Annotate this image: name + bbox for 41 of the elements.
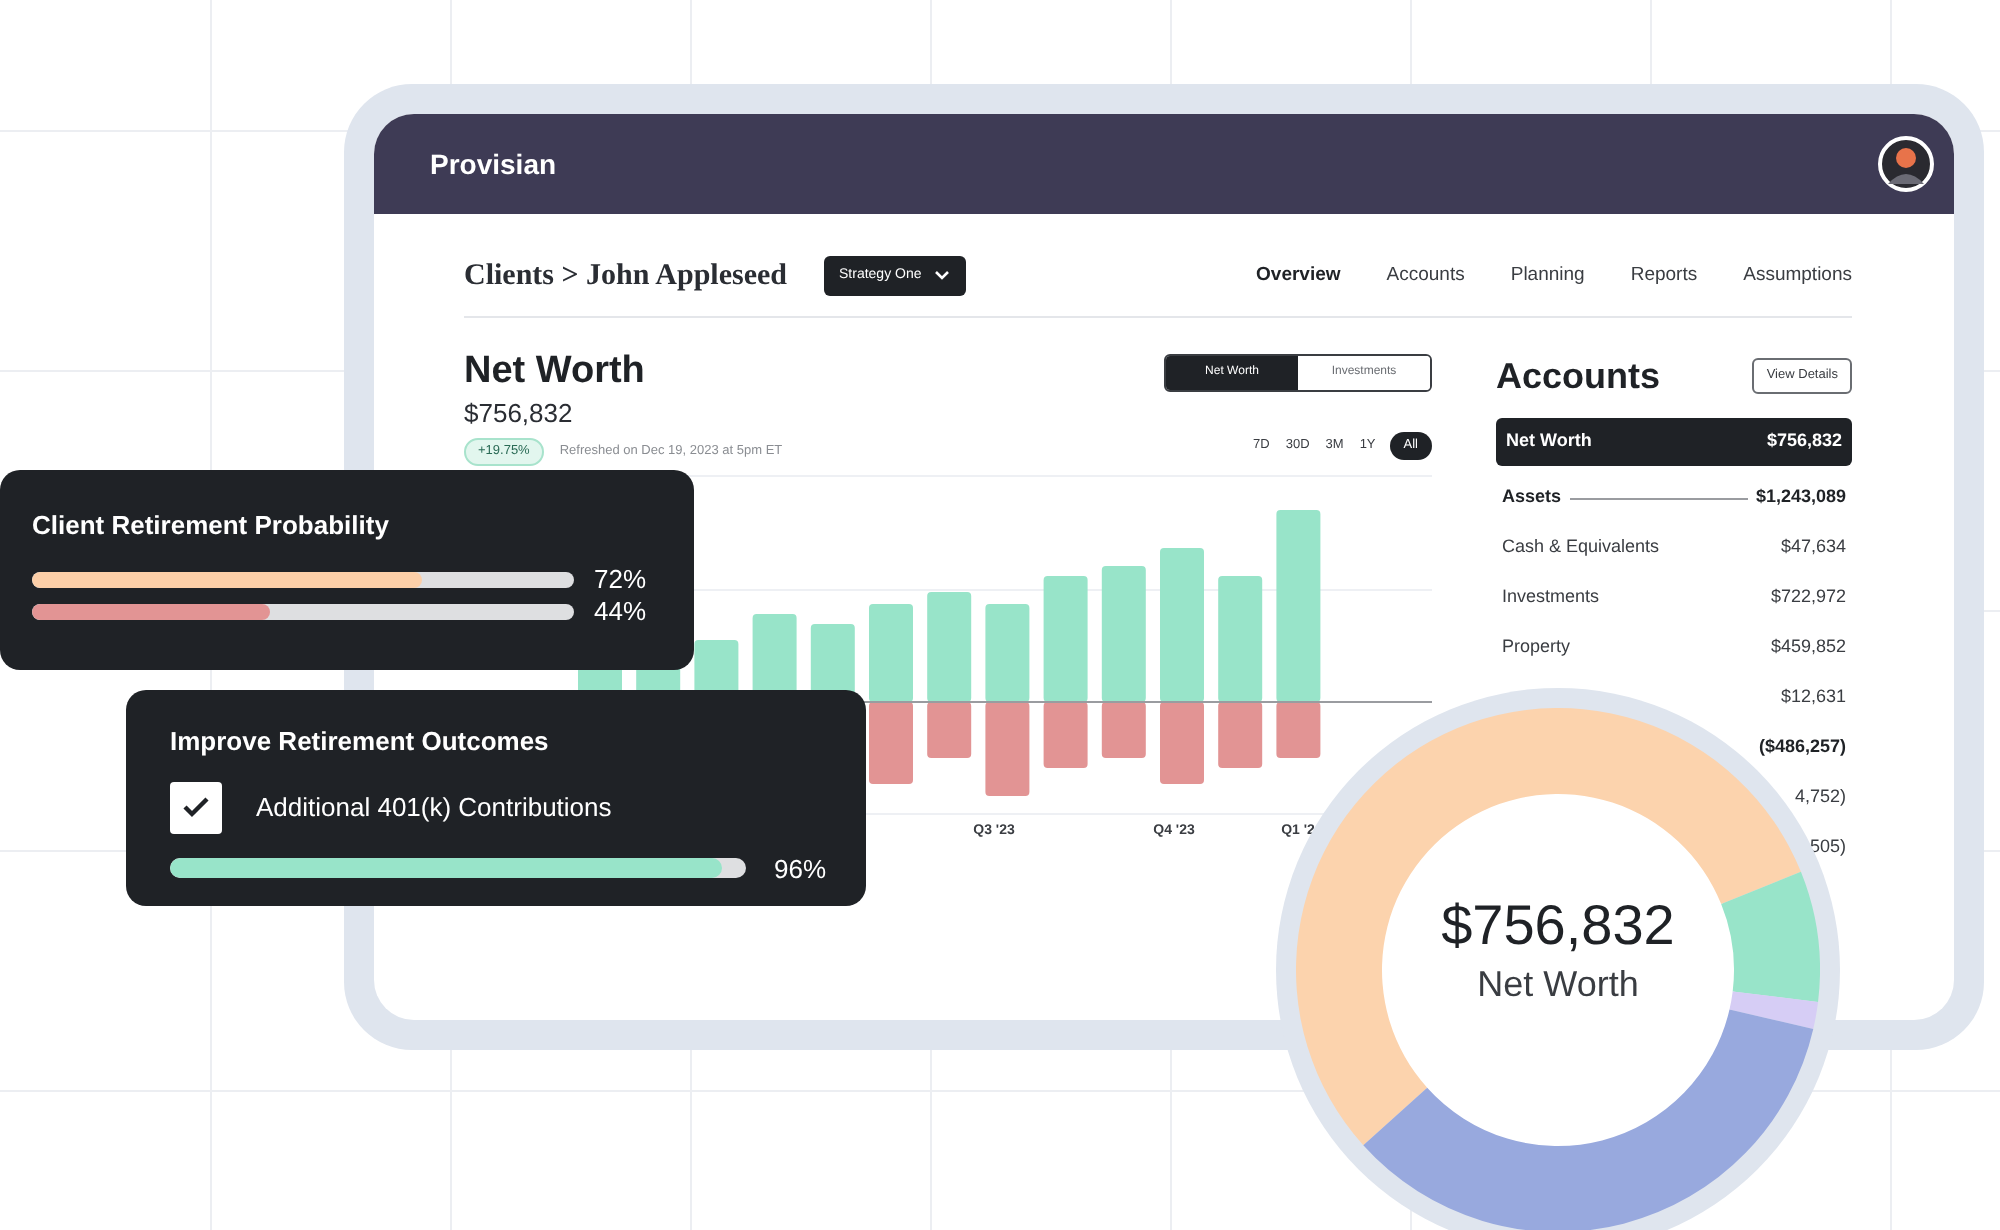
card-title: Client Retirement Probability xyxy=(32,508,391,544)
account-value: $459,852 xyxy=(1770,634,1846,661)
donut-label: Net Worth xyxy=(1477,961,1639,1007)
account-value: $756,832 xyxy=(1766,427,1842,454)
nav-tab[interactable]: Accounts xyxy=(1386,262,1465,291)
net-worth-value: $756,832 xyxy=(464,395,575,431)
account-label: Property xyxy=(1502,634,1571,661)
account-value: $1,243,089 xyxy=(1755,484,1846,511)
account-label: Investments xyxy=(1502,584,1600,611)
avatar-icon[interactable] xyxy=(1878,136,1934,192)
progress-reading: 96% xyxy=(774,851,827,887)
section-title: Net Worth xyxy=(464,349,647,393)
nav-tab[interactable]: Overview xyxy=(1256,262,1341,291)
account-value: $47,634 xyxy=(1780,534,1846,561)
check-icon xyxy=(182,796,210,818)
section-title: Accounts xyxy=(1496,353,1661,399)
chart-bar xyxy=(985,701,1030,796)
account-label: Cash & Equivalents xyxy=(1502,534,1660,561)
account-value: ($486,257) xyxy=(1758,734,1846,761)
nav-tab[interactable]: Reports xyxy=(1630,262,1698,291)
account-label: Assets xyxy=(1502,484,1562,511)
donut-value: $756,832 xyxy=(1441,893,1675,957)
nav-tab[interactable]: Assumptions xyxy=(1743,262,1852,291)
brand-name: Provisian xyxy=(430,145,557,183)
account-value: $12,631 xyxy=(1780,684,1846,711)
progress-reading: 44% xyxy=(594,594,647,631)
checkbox[interactable] xyxy=(170,781,222,833)
account-row-highlight[interactable]: Net Worth $756,832 xyxy=(1496,417,1852,465)
account-value: 505) xyxy=(1809,834,1846,861)
progress-reading: 72% xyxy=(594,562,647,599)
option-label: Additional 401(k) Contributions xyxy=(256,789,612,826)
chart-bar xyxy=(985,603,1030,702)
chevron-down-icon xyxy=(933,270,950,283)
account-value: 4,752) xyxy=(1794,784,1846,811)
breadcrumb: Clients > John Appleseed xyxy=(464,258,787,296)
account-label: Net Worth xyxy=(1506,427,1592,454)
account-value: $722,972 xyxy=(1770,584,1846,611)
chart-bar xyxy=(869,701,913,784)
nav-tab[interactable]: Planning xyxy=(1510,262,1585,291)
chart-bar xyxy=(869,603,913,702)
card-title: Improve Retirement Outcomes xyxy=(170,724,551,760)
